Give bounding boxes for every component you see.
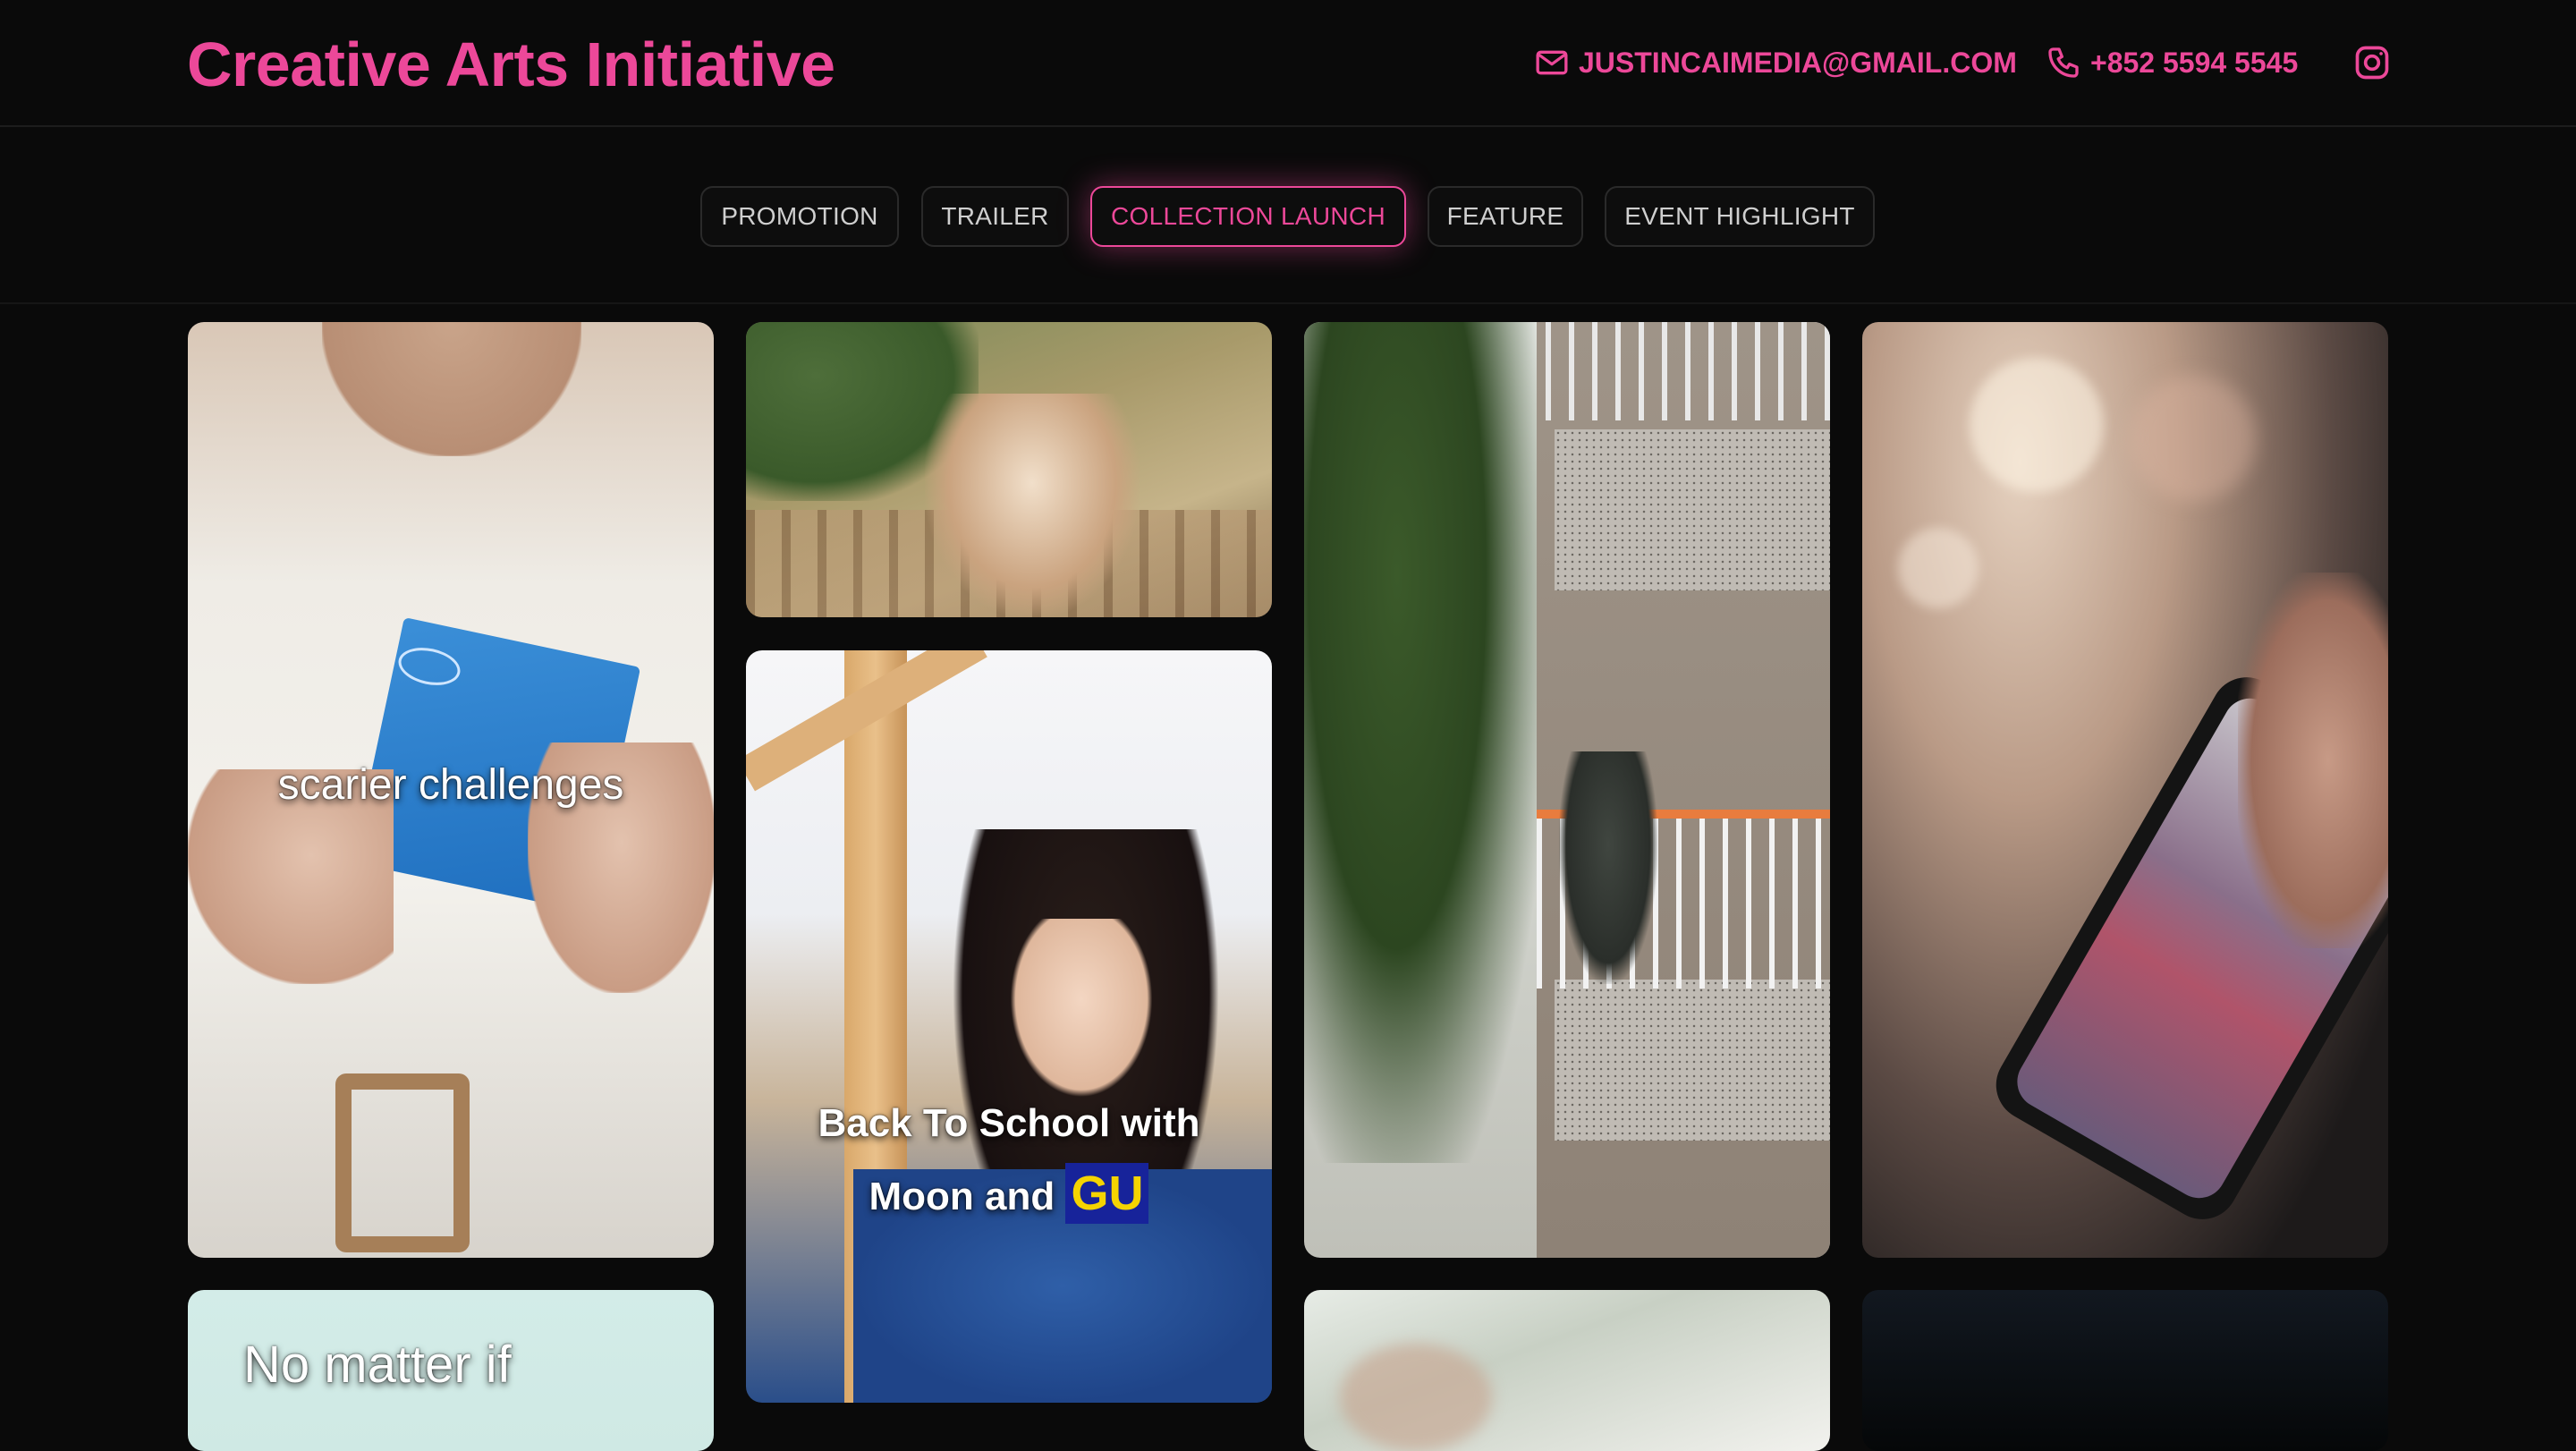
site-header: Creative Arts Initiative JUSTINCAIMEDIA@… bbox=[0, 0, 2576, 127]
instagram-link[interactable] bbox=[2352, 41, 2392, 84]
brand-badge: GU bbox=[1065, 1163, 1149, 1224]
video-caption: scarier challenges bbox=[277, 761, 624, 809]
phone-text: +852 5594 5545 bbox=[2090, 46, 2299, 79]
tab-event-highlight[interactable]: EVENT HIGHLIGHT bbox=[1605, 186, 1875, 247]
mail-icon bbox=[1536, 50, 1568, 75]
video-card[interactable]: scarier challenges bbox=[188, 322, 714, 1258]
video-thumbnail bbox=[1862, 322, 2388, 1258]
category-tabs: PROMOTION TRAILER COLLECTION LAUNCH FEAT… bbox=[0, 129, 2576, 304]
video-thumbnail bbox=[1304, 322, 1830, 1258]
email-text: JUSTINCAIMEDIA@GMAIL.COM bbox=[1579, 46, 2017, 79]
video-card[interactable] bbox=[1862, 322, 2388, 1258]
caption-line: Back To School with bbox=[818, 1101, 1200, 1145]
video-caption: No matter if bbox=[243, 1336, 512, 1394]
video-card[interactable] bbox=[1862, 1290, 2388, 1451]
video-caption: Back To School with Moon and GU bbox=[746, 1089, 1272, 1232]
video-card[interactable] bbox=[1304, 1290, 1830, 1451]
tab-collection-launch[interactable]: COLLECTION LAUNCH bbox=[1090, 186, 1406, 247]
video-thumbnail bbox=[1304, 1290, 1830, 1451]
video-card[interactable] bbox=[1304, 322, 1830, 1258]
video-card[interactable] bbox=[746, 322, 1272, 617]
caption-text: Moon and bbox=[869, 1175, 1055, 1218]
tab-trailer[interactable]: TRAILER bbox=[921, 186, 1069, 247]
video-thumbnail bbox=[746, 650, 1272, 1403]
video-card[interactable]: No matter if bbox=[188, 1290, 714, 1451]
email-link[interactable]: JUSTINCAIMEDIA@GMAIL.COM bbox=[1534, 41, 2017, 84]
instagram-icon bbox=[2355, 46, 2389, 80]
phone-link[interactable]: +852 5594 5545 bbox=[2046, 41, 2298, 84]
caption-line: Moon and GU bbox=[746, 1158, 1272, 1232]
brand-title[interactable]: Creative Arts Initiative bbox=[187, 27, 835, 102]
video-card[interactable]: Back To School with Moon and GU bbox=[746, 650, 1272, 1403]
phone-icon bbox=[2048, 47, 2079, 78]
tab-feature[interactable]: FEATURE bbox=[1428, 186, 1583, 247]
tab-promotion[interactable]: PROMOTION bbox=[700, 186, 899, 247]
video-thumbnail bbox=[746, 322, 1272, 617]
